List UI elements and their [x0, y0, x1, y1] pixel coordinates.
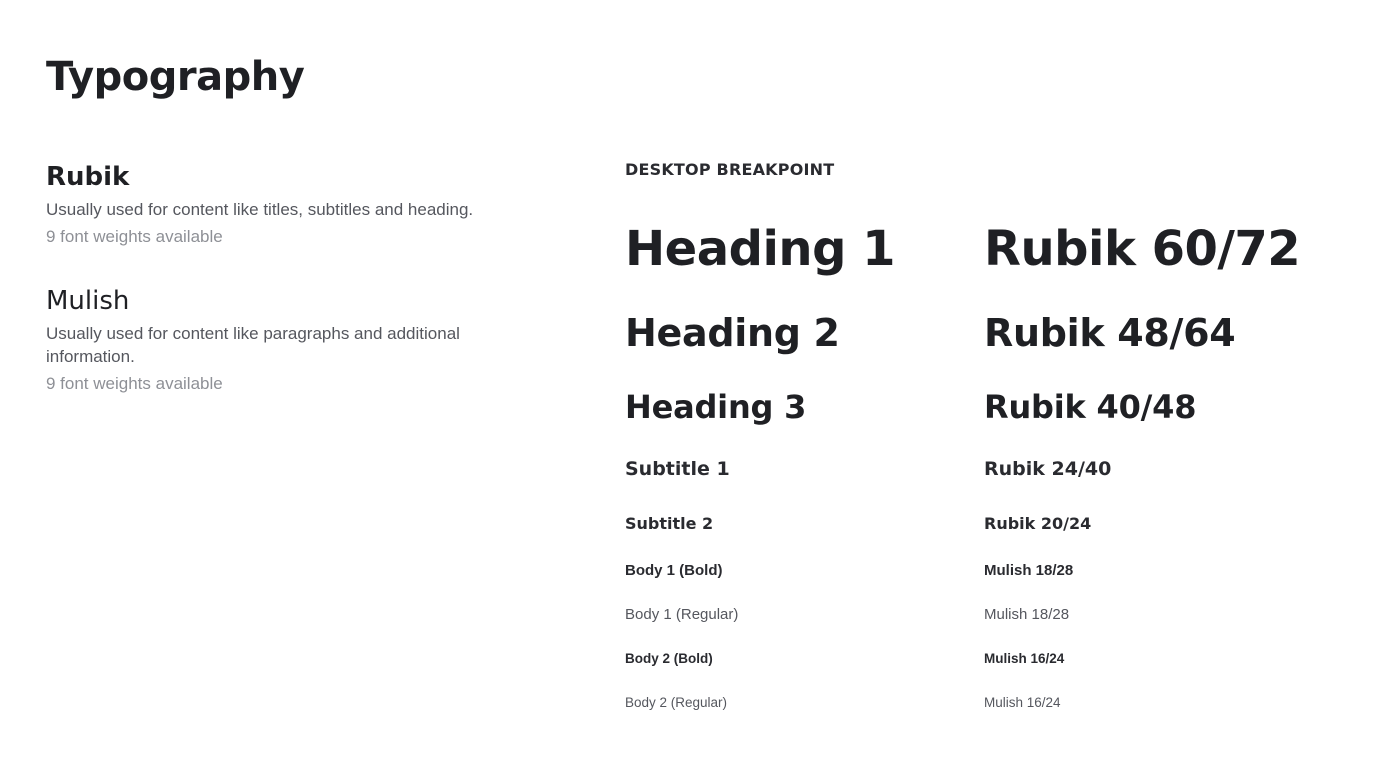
font-family-mulish: Mulish Usually used for content like par…	[46, 284, 546, 395]
type-scale-row: Heading 3 Rubik 40/48	[625, 386, 1345, 428]
type-style-spec: Mulish 18/28	[984, 561, 1074, 579]
type-scale-row: Body 1 (Regular) Mulish 18/28	[625, 603, 1345, 625]
breakpoint-label: DESKTOP BREAKPOINT	[625, 160, 835, 179]
type-style-spec: Rubik 24/40	[984, 458, 1112, 480]
font-weights-count: 9 font weights available	[46, 374, 223, 393]
type-style-name: Body 2 (Bold)	[625, 650, 713, 666]
font-family-description: Usually used for content like titles, su…	[46, 200, 474, 219]
type-style-spec: Rubik 20/24	[984, 513, 1092, 533]
type-style-name: Heading 2	[625, 311, 840, 355]
type-scale-row: Heading 1 Rubik 60/72	[625, 218, 1345, 280]
type-scale-row: Body 2 (Bold) Mulish 16/24	[625, 648, 1345, 668]
font-family-name: Mulish	[46, 286, 130, 316]
type-style-spec: Mulish 16/24	[984, 694, 1061, 710]
type-style-name: Body 2 (Regular)	[625, 694, 728, 710]
type-style-name: Body 1 (Bold)	[625, 561, 723, 579]
type-style-spec: Mulish 16/24	[984, 650, 1065, 666]
font-weights-count: 9 font weights available	[46, 227, 223, 246]
type-scale-row: Body 1 (Bold) Mulish 18/28	[625, 559, 1345, 581]
font-family-rubik: Rubik Usually used for content like titl…	[46, 160, 546, 248]
type-scale-row: Heading 2 Rubik 48/64	[625, 308, 1345, 358]
type-scale-row: Subtitle 1 Rubik 24/40	[625, 455, 1345, 483]
type-style-name: Subtitle 2	[625, 513, 714, 533]
type-scale-row: Body 2 (Regular) Mulish 16/24	[625, 692, 1345, 712]
type-style-name: Subtitle 1	[625, 458, 730, 480]
type-style-name: Body 1 (Regular)	[625, 605, 739, 623]
type-style-name: Heading 3	[625, 388, 807, 426]
type-style-spec: Rubik 40/48	[984, 388, 1197, 426]
page-title: Typography	[46, 54, 305, 100]
type-style-spec: Rubik 48/64	[984, 311, 1236, 355]
type-style-spec: Mulish 18/28	[984, 605, 1070, 623]
font-family-description: Usually used for content like paragraphs…	[46, 324, 460, 366]
type-style-name: Heading 1	[625, 221, 896, 277]
type-style-spec: Rubik 60/72	[984, 221, 1301, 277]
font-family-name: Rubik	[46, 162, 130, 192]
type-scale-row: Subtitle 2 Rubik 20/24	[625, 511, 1345, 535]
